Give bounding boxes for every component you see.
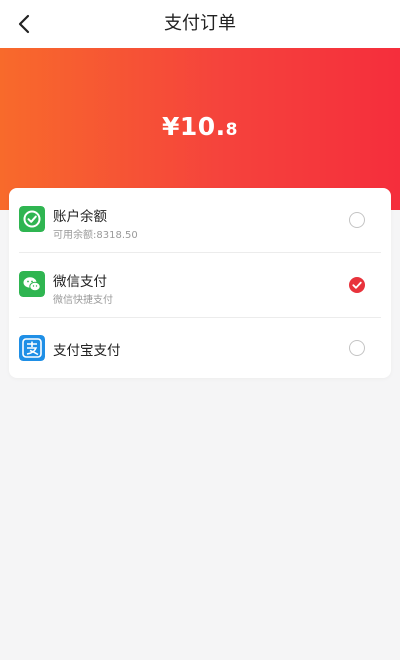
checkmark-icon [352,281,362,289]
payment-option-balance[interactable]: 账户余额 可用余额:8318.50 [9,188,391,252]
payment-method-card: 账户余额 可用余额:8318.50 微信支付 微信快捷支付 支付宝支付 [9,188,391,378]
wechat-icon [19,271,45,297]
top-navigation-bar: 支付订单 [0,0,400,48]
radio-selected[interactable] [349,277,365,293]
payment-option-name: 支付宝支付 [53,343,121,359]
payment-order-page: 支付订单 ¥10.8 账户余额 可用余额:8318.50 微信支付 微信快捷支付… [0,0,400,660]
payment-option-name: 微信支付 [53,274,107,290]
amount-integer: ¥10. [161,112,226,141]
radio-unselected[interactable] [349,340,365,356]
payment-option-alipay[interactable]: 支付宝支付 [9,318,391,378]
radio-unselected[interactable] [349,212,365,228]
wallet-icon [19,206,45,232]
page-title: 支付订单 [164,13,236,34]
amount-decimal: 8 [225,120,239,140]
payment-amount: ¥10.8 [0,112,400,141]
payment-option-wechat[interactable]: 微信支付 微信快捷支付 [9,253,391,317]
payment-amount-banner: ¥10.8 [0,48,400,210]
alipay-icon [19,335,45,361]
payment-option-desc: 微信快捷支付 [53,295,113,306]
payment-option-name: 账户余额 [53,209,107,225]
payment-option-desc: 可用余额:8318.50 [53,230,138,241]
